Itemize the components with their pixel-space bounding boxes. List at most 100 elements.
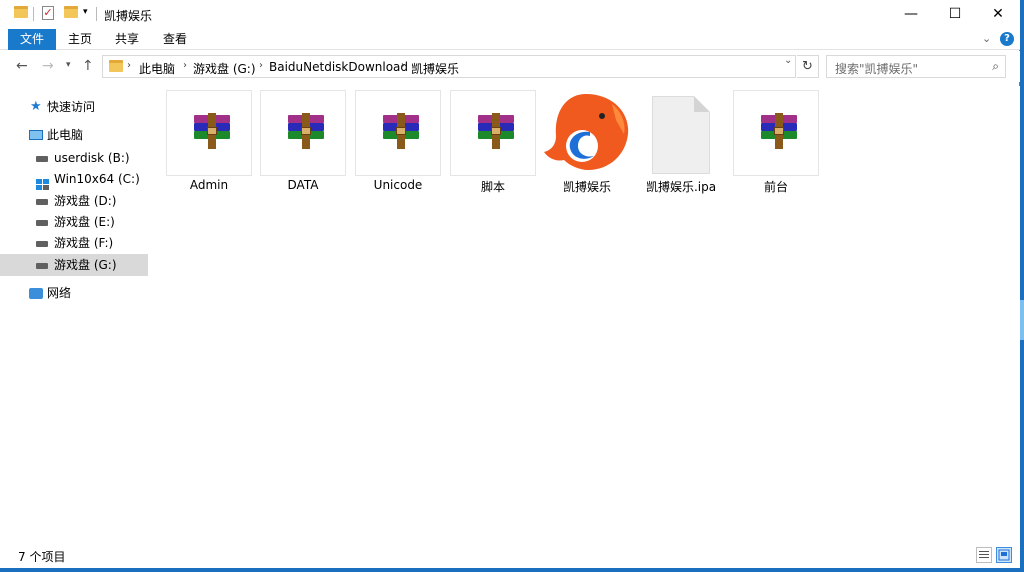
window-title: 凯搏娱乐 <box>104 9 153 23</box>
minimize-button[interactable]: — <box>888 0 934 29</box>
file-item-data[interactable]: DATA <box>260 90 346 200</box>
sidebar-item-label: 游戏盘 (F:) <box>54 236 114 250</box>
explorer-window: ✓ ▾ 凯搏娱乐 — ☐ ✕ 文件 主页 共享 查看 ⌄ ? ← → ▾ ↑ ›… <box>0 0 1020 568</box>
maximize-button[interactable]: ☐ <box>932 0 978 29</box>
up-arrow-icon[interactable]: ↑ <box>82 58 94 74</box>
customize-toolbar-icon[interactable]: ▾ <box>83 7 88 23</box>
address-history-icon[interactable]: ⌄ <box>784 55 792 66</box>
file-name: 前台 <box>763 180 788 194</box>
search-input[interactable]: 搜索"凯搏娱乐" ⌕ <box>826 55 1006 78</box>
details-view-icon[interactable] <box>976 547 992 563</box>
folder-icon <box>109 60 123 72</box>
computer-icon <box>29 130 43 140</box>
drive-icon <box>36 199 48 205</box>
expand-ribbon-icon[interactable]: ⌄ <box>982 32 991 45</box>
tab-share[interactable]: 共享 <box>107 29 147 50</box>
winrar-archive-icon <box>761 113 797 149</box>
folder-icon[interactable] <box>14 6 28 18</box>
blank-file-icon <box>652 96 710 174</box>
file-name: 凯搏娱乐 <box>562 180 611 194</box>
tile-frame <box>260 90 346 176</box>
breadcrumb-current-folder[interactable]: 凯搏娱乐 <box>411 60 459 77</box>
file-name: DATA <box>287 178 319 192</box>
properties-icon[interactable]: ✓ <box>42 6 54 20</box>
ribbon: 文件 主页 共享 查看 ⌄ ? <box>0 29 1020 50</box>
sidebar-item-this-pc[interactable]: 此电脑 <box>0 124 148 146</box>
back-arrow-icon[interactable]: ← <box>16 58 28 74</box>
file-item-admin[interactable]: Admin <box>166 90 252 200</box>
file-list: Admin DATA Unicode 脚本 凯搏娱乐 凯搏娱乐.ipa 前台 <box>150 86 1020 544</box>
windows-drive-icon <box>36 175 49 190</box>
item-count: 7 个项目 <box>18 550 66 564</box>
tile-frame <box>355 90 441 176</box>
breadcrumb-this-pc[interactable]: 此电脑 <box>139 60 175 77</box>
sidebar-item-label: 快速访问 <box>47 100 96 114</box>
winrar-archive-icon <box>288 113 324 149</box>
file-name: 凯搏娱乐.ipa <box>645 180 717 194</box>
desktop-background <box>1020 0 1024 572</box>
sidebar-item-label: 此电脑 <box>47 128 84 142</box>
drive-icon <box>36 156 48 162</box>
search-placeholder: 搜索"凯搏娱乐" <box>835 62 919 76</box>
tab-view[interactable]: 查看 <box>155 29 195 50</box>
drive-icon <box>36 241 48 247</box>
drive-icon <box>36 220 48 226</box>
star-icon: ★ <box>30 99 42 114</box>
sidebar-item-drive-f[interactable]: 游戏盘 (F:) <box>0 232 148 254</box>
file-name: Admin <box>189 178 229 192</box>
network-icon <box>29 288 43 299</box>
sidebar-item-quick-access[interactable]: ★ 快速访问 <box>0 96 148 118</box>
search-icon[interactable]: ⌕ <box>992 59 999 74</box>
sidebar-item-network[interactable]: 网络 <box>0 282 148 304</box>
title-bar: ✓ ▾ 凯搏娱乐 — ☐ ✕ <box>0 0 1020 29</box>
tile-frame <box>166 90 252 176</box>
file-item-app[interactable]: 凯搏娱乐 <box>544 90 630 200</box>
chevron-right-icon[interactable]: › <box>127 60 131 71</box>
tab-file[interactable]: 文件 <box>8 29 56 50</box>
breadcrumb-drive-g[interactable]: 游戏盘 (G:) <box>193 60 256 77</box>
tile-frame <box>450 90 536 176</box>
sidebar-item-label: 游戏盘 (E:) <box>54 215 115 229</box>
file-item-ipa[interactable]: 凯搏娱乐.ipa <box>638 90 724 200</box>
divider <box>96 7 97 21</box>
chevron-right-icon[interactable]: › <box>259 60 263 71</box>
drive-icon <box>36 263 48 269</box>
sidebar-item-label: userdisk (B:) <box>54 151 130 165</box>
navigation-pane: ★ 快速访问 此电脑 userdisk (B:) Win10x64 (C:) 游… <box>0 86 148 544</box>
winrar-archive-icon <box>478 113 514 149</box>
sidebar-item-label: Win10x64 (C:) <box>54 172 140 186</box>
forward-arrow-icon[interactable]: → <box>42 58 54 74</box>
sidebar-item-label: 网络 <box>47 286 72 300</box>
sidebar-item-drive-c[interactable]: Win10x64 (C:) <box>0 168 148 190</box>
breadcrumb-baidu-download[interactable]: BaiduNetdiskDownload <box>269 60 408 74</box>
file-item-unicode[interactable]: Unicode <box>355 90 441 200</box>
file-item-script[interactable]: 脚本 <box>450 90 536 200</box>
refresh-icon[interactable]: ↻ <box>797 55 819 78</box>
winrar-archive-icon <box>194 113 230 149</box>
recent-locations-icon[interactable]: ▾ <box>66 60 71 70</box>
sidebar-item-drive-g[interactable]: 游戏盘 (G:) <box>0 254 148 276</box>
address-bar[interactable]: › 此电脑 › 游戏盘 (G:) › BaiduNetdiskDownload … <box>102 55 796 78</box>
tile-frame <box>733 90 819 176</box>
desktop-background <box>0 568 1024 572</box>
file-name: 脚本 <box>480 180 505 194</box>
file-item-frontend[interactable]: 前台 <box>733 90 819 200</box>
large-icons-view-icon[interactable] <box>996 547 1012 563</box>
desktop-background <box>1020 300 1024 340</box>
status-bar: 7 个项目 <box>0 544 1020 568</box>
sidebar-item-drive-b[interactable]: userdisk (B:) <box>0 147 148 169</box>
sidebar-item-label: 游戏盘 (G:) <box>54 258 117 272</box>
sidebar-item-drive-e[interactable]: 游戏盘 (E:) <box>0 211 148 233</box>
tab-home[interactable]: 主页 <box>60 29 100 50</box>
new-folder-icon[interactable] <box>64 6 78 18</box>
chevron-right-icon[interactable]: › <box>401 60 405 71</box>
sidebar-item-drive-d[interactable]: 游戏盘 (D:) <box>0 190 148 212</box>
chevron-right-icon[interactable]: › <box>183 60 187 71</box>
close-button[interactable]: ✕ <box>975 0 1021 29</box>
app-logo-icon <box>544 94 629 170</box>
sidebar-item-label: 游戏盘 (D:) <box>54 194 117 208</box>
file-name: Unicode <box>373 178 423 192</box>
divider <box>33 7 34 21</box>
winrar-archive-icon <box>383 113 419 149</box>
help-icon[interactable]: ? <box>1000 32 1014 46</box>
